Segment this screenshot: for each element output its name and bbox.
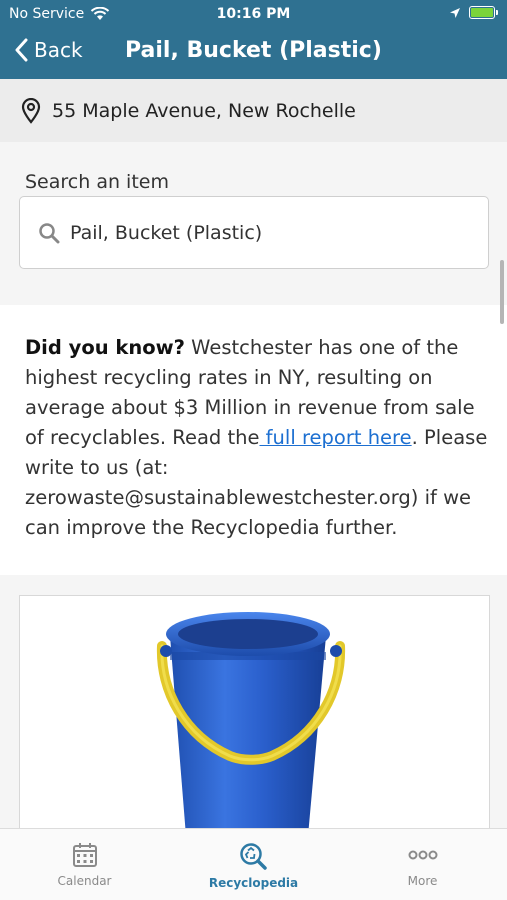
address-bar[interactable]: 55 Maple Avenue, New Rochelle (0, 79, 507, 142)
tab-calendar[interactable]: Calendar (0, 829, 169, 900)
address-text: 55 Maple Avenue, New Rochelle (52, 99, 356, 122)
search-label: Search an item (25, 171, 169, 193)
bucket-image (156, 612, 346, 834)
item-image-card (19, 595, 490, 835)
back-button[interactable]: Back (14, 38, 83, 62)
tab-more[interactable]: More (338, 829, 507, 900)
info-paragraph: Did you know? Westchester has one of the… (25, 333, 490, 543)
full-report-link[interactable]: full report here (259, 426, 412, 449)
location-arrow-icon (450, 7, 460, 18)
info-section: Did you know? Westchester has one of the… (0, 305, 507, 575)
tab-recyclopedia-label: Recyclopedia (208, 876, 299, 890)
info-heading: Did you know? (25, 336, 185, 359)
battery-icon (469, 6, 498, 19)
search-section: Search an item Pail, Bucket (Plastic) (0, 142, 507, 305)
navigation-bar: Back Pail, Bucket (Plastic) (0, 30, 507, 79)
back-label: Back (34, 38, 83, 62)
scrollbar[interactable] (500, 260, 504, 324)
location-pin-icon (21, 97, 41, 124)
search-value: Pail, Bucket (Plastic) (70, 221, 263, 244)
item-image-section (0, 575, 507, 835)
status-time: 10:16 PM (216, 6, 291, 22)
recyclopedia-icon (239, 843, 267, 870)
search-icon (39, 222, 60, 243)
tab-more-label: More (407, 874, 438, 888)
tab-calendar-label: Calendar (57, 874, 112, 888)
more-icon (408, 850, 437, 860)
tab-recyclopedia[interactable]: Recyclopedia (169, 829, 338, 900)
tab-bar: Calendar Recyclopedia More (0, 828, 507, 900)
chevron-left-icon (15, 38, 28, 62)
page-title: Pail, Bucket (Plastic) (125, 38, 382, 63)
search-input[interactable]: Pail, Bucket (Plastic) (19, 196, 489, 269)
status-bar: No Service 10:16 PM (0, 0, 507, 30)
calendar-icon (72, 843, 97, 867)
